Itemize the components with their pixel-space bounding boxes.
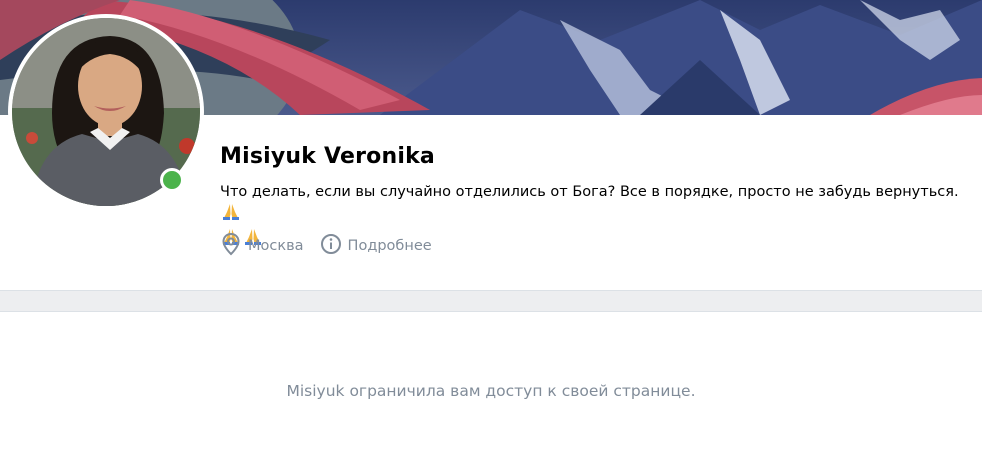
profile-name: Misiyuk Veronika <box>220 144 435 169</box>
location-pin-icon <box>220 232 248 260</box>
location-item: Москва <box>220 232 304 260</box>
info-icon <box>320 233 348 259</box>
profile-card: Misiyuk Veronika Что делать, если вы слу… <box>0 0 982 291</box>
online-indicator <box>160 168 184 192</box>
section-gap <box>0 291 982 311</box>
restricted-message: Misiyuk ограничила вам доступ к своей ст… <box>286 382 696 400</box>
status-text: Что делать, если вы случайно отделились … <box>220 184 959 200</box>
restricted-section: Misiyuk ограничила вам доступ к своей ст… <box>0 311 982 458</box>
profile-details: Москва Подробнее <box>220 232 448 260</box>
more-info-link[interactable]: Подробнее <box>320 233 432 259</box>
location-text: Москва <box>248 238 304 254</box>
more-info-label: Подробнее <box>347 238 432 254</box>
folded-hands-icon <box>221 203 241 228</box>
